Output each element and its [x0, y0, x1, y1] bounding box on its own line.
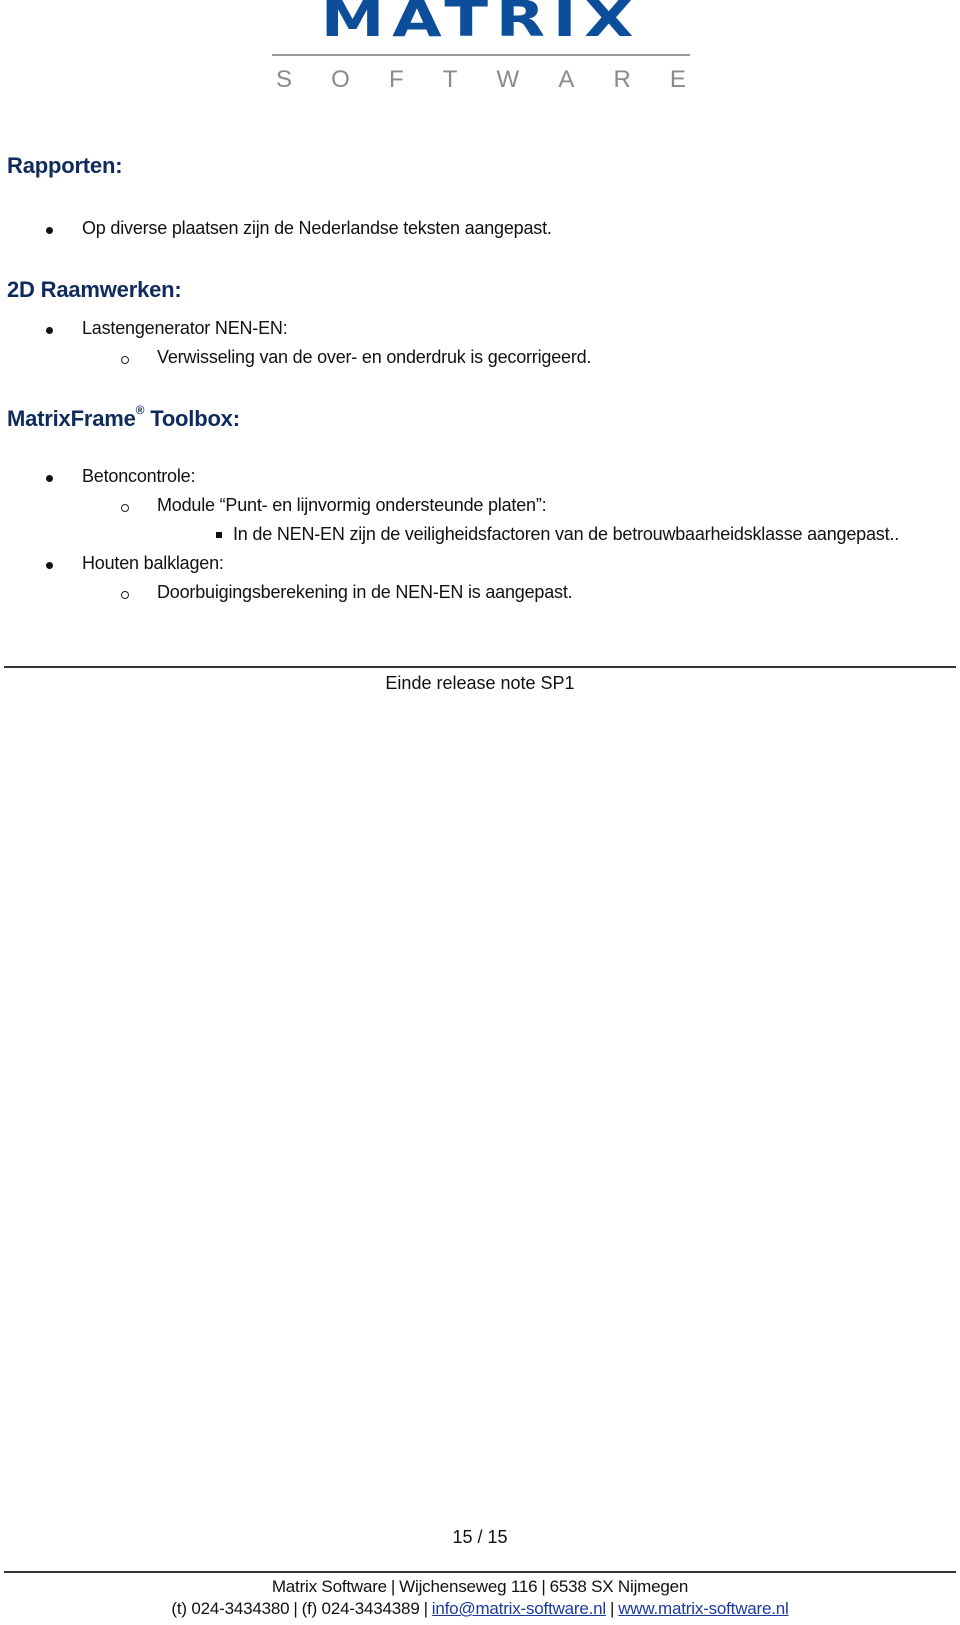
logo-wordmark: MATRIX — [320, 0, 642, 48]
footer-rule — [4, 1571, 956, 1573]
matrix-software-logo: MATRIX S O F T W A R E — [272, 0, 690, 96]
list-item: Betoncontrole: — [82, 466, 196, 486]
square-bullet-icon — [216, 532, 222, 538]
list-item: Lastengenerator NEN-EN: — [82, 318, 288, 338]
footer-email-link[interactable]: info@matrix-software.nl — [432, 1599, 606, 1618]
separator: | — [541, 1577, 546, 1596]
bullet-icon — [46, 227, 53, 234]
logo-divider — [272, 54, 690, 56]
logo-letter: F — [388, 66, 404, 93]
footer-phone: (t) 024-3434380 — [171, 1599, 290, 1618]
list-item: Op diverse plaatsen zijn de Nederlandse … — [82, 218, 552, 238]
page-number: 15 / 15 — [452, 1527, 508, 1547]
separator: | — [293, 1599, 298, 1618]
horizontal-rule — [4, 666, 956, 668]
sub-list-item: Doorbuigingsberekening in de NEN-EN is a… — [157, 582, 573, 602]
registered-mark: ® — [135, 403, 145, 417]
sub-bullet-icon — [121, 356, 129, 364]
heading-suffix: Toolbox: — [144, 406, 240, 431]
heading-text: MatrixFrame — [7, 406, 136, 431]
list-item: Houten balklagen: — [82, 553, 224, 573]
separator: | — [610, 1599, 615, 1618]
logo-letter: S — [276, 66, 293, 93]
footer-city: 6538 SX Nijmegen — [549, 1577, 689, 1596]
footer-street: Wijchenseweg 116 — [399, 1577, 538, 1596]
logo-letter: W — [496, 66, 520, 93]
footer-company: Matrix Software — [271, 1577, 387, 1596]
section-heading-rapporten: Rapporten: — [7, 153, 123, 178]
sub-list-item: Module “Punt- en lijnvormig ondersteunde… — [157, 495, 547, 515]
bullet-icon — [46, 562, 53, 569]
footer-website-link[interactable]: www.matrix-software.nl — [618, 1599, 789, 1618]
section-heading-2d-raamwerken: 2D Raamwerken: — [7, 277, 182, 302]
separator: | — [390, 1577, 396, 1596]
sub-list-item: Verwisseling van de over- en onderdruk i… — [157, 347, 592, 367]
logo-letter: T — [442, 66, 458, 93]
logo-letter: E — [669, 66, 686, 93]
footer-contact-line: (t) 024-3434380 | (f) 024-3434389 | info@mat… — [0, 1599, 960, 1619]
logo-subtitle: S O F T W A R E — [272, 66, 690, 94]
sub-bullet-icon — [121, 591, 129, 599]
sub-bullet-icon — [121, 504, 129, 512]
section-heading-matrixframe-toolbox: MatrixFrame® Toolbox: — [7, 403, 240, 432]
footer-address-line: Matrix Software | Wijchenseweg 116 | 6538 SX… — [0, 1577, 960, 1597]
logo-letter: R — [613, 66, 631, 93]
footer-fax: (f) 024-3434389 — [301, 1599, 420, 1618]
separator: | — [423, 1599, 428, 1618]
bullet-icon — [46, 327, 53, 334]
logo-letter: A — [558, 66, 575, 93]
sub-sub-list-item: In de NEN-EN zijn de veiligheidsfactoren… — [233, 524, 900, 544]
end-note: Einde release note SP1 — [385, 673, 575, 693]
logo-letter: O — [331, 66, 350, 93]
bullet-icon — [46, 475, 53, 482]
